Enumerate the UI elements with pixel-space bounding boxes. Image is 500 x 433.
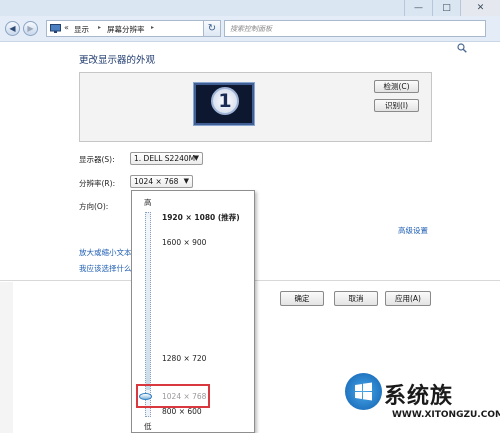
monitor-icon bbox=[50, 24, 61, 33]
monitor-number-badge: 1 bbox=[211, 87, 239, 115]
display-select-value: 1. DELL S2240M bbox=[134, 154, 196, 163]
breadcrumb-dropdown[interactable]: ▸ bbox=[151, 24, 154, 31]
chevron-down-icon: ▼ bbox=[183, 177, 189, 185]
resolution-option[interactable]: 1600 × 900 bbox=[162, 238, 206, 247]
breadcrumb-resolution[interactable]: 屏幕分辨率 bbox=[107, 24, 145, 35]
resolution-option[interactable]: 1280 × 720 bbox=[162, 354, 206, 363]
advanced-settings-link[interactable]: 高级设置 bbox=[398, 225, 428, 236]
magnifier-icon[interactable] bbox=[457, 43, 467, 53]
orientation-label: 方向(O): bbox=[79, 202, 109, 211]
resolution-slider-fill bbox=[146, 218, 150, 390]
resolution-label: 分辨率(R): bbox=[79, 179, 116, 188]
back-button[interactable]: ◀ bbox=[5, 21, 20, 36]
refresh-button[interactable]: ↻ bbox=[204, 20, 221, 37]
left-margin bbox=[0, 282, 13, 433]
ok-button[interactable]: 确定 bbox=[280, 291, 324, 306]
selection-highlight-box bbox=[136, 384, 210, 408]
cancel-button[interactable]: 取消 bbox=[334, 291, 378, 306]
maximize-button[interactable]: □ bbox=[432, 0, 460, 16]
slider-high-label: 高 bbox=[144, 198, 152, 207]
detect-button[interactable]: 检测(C) bbox=[374, 80, 419, 93]
choose-settings-link[interactable]: 我应该选择什么 bbox=[79, 263, 131, 274]
search-placeholder: 搜索控制面板 bbox=[230, 25, 272, 33]
resolution-select[interactable]: 1024 × 768 ▼ bbox=[130, 175, 193, 188]
resolution-select-value: 1024 × 768 bbox=[134, 177, 179, 186]
watermark-url: WWW.XITONGZU.COM bbox=[392, 410, 500, 420]
windows-logo-icon bbox=[345, 373, 382, 410]
forward-button[interactable]: ▶ bbox=[23, 21, 38, 36]
display-label: 显示器(S): bbox=[79, 155, 115, 164]
close-button[interactable]: ✕ bbox=[460, 0, 500, 16]
resolution-option[interactable]: 800 × 600 bbox=[162, 407, 202, 416]
resolution-option[interactable]: 1920 × 1080 (推荐) bbox=[162, 212, 240, 223]
minimize-button[interactable]: — bbox=[404, 0, 432, 16]
page-title: 更改显示器的外观 bbox=[79, 55, 156, 66]
text-size-link[interactable]: 放大或缩小文本 bbox=[79, 247, 131, 258]
breadcrumb-overflow[interactable]: « bbox=[64, 23, 69, 32]
address-bar[interactable]: « 显示 ▸ 屏幕分辨率 ▸ bbox=[46, 20, 204, 37]
breadcrumb-display[interactable]: 显示 bbox=[74, 24, 89, 35]
display-select[interactable]: 1. DELL S2240M ▼ bbox=[130, 152, 203, 165]
identify-button[interactable]: 识别(I) bbox=[374, 99, 419, 112]
watermark-brand: 系统族 bbox=[384, 384, 454, 409]
breadcrumb-separator[interactable]: ▸ bbox=[98, 24, 101, 31]
slider-low-label: 低 bbox=[144, 422, 152, 431]
apply-button[interactable]: 应用(A) bbox=[385, 291, 431, 306]
chevron-down-icon: ▼ bbox=[193, 154, 199, 162]
